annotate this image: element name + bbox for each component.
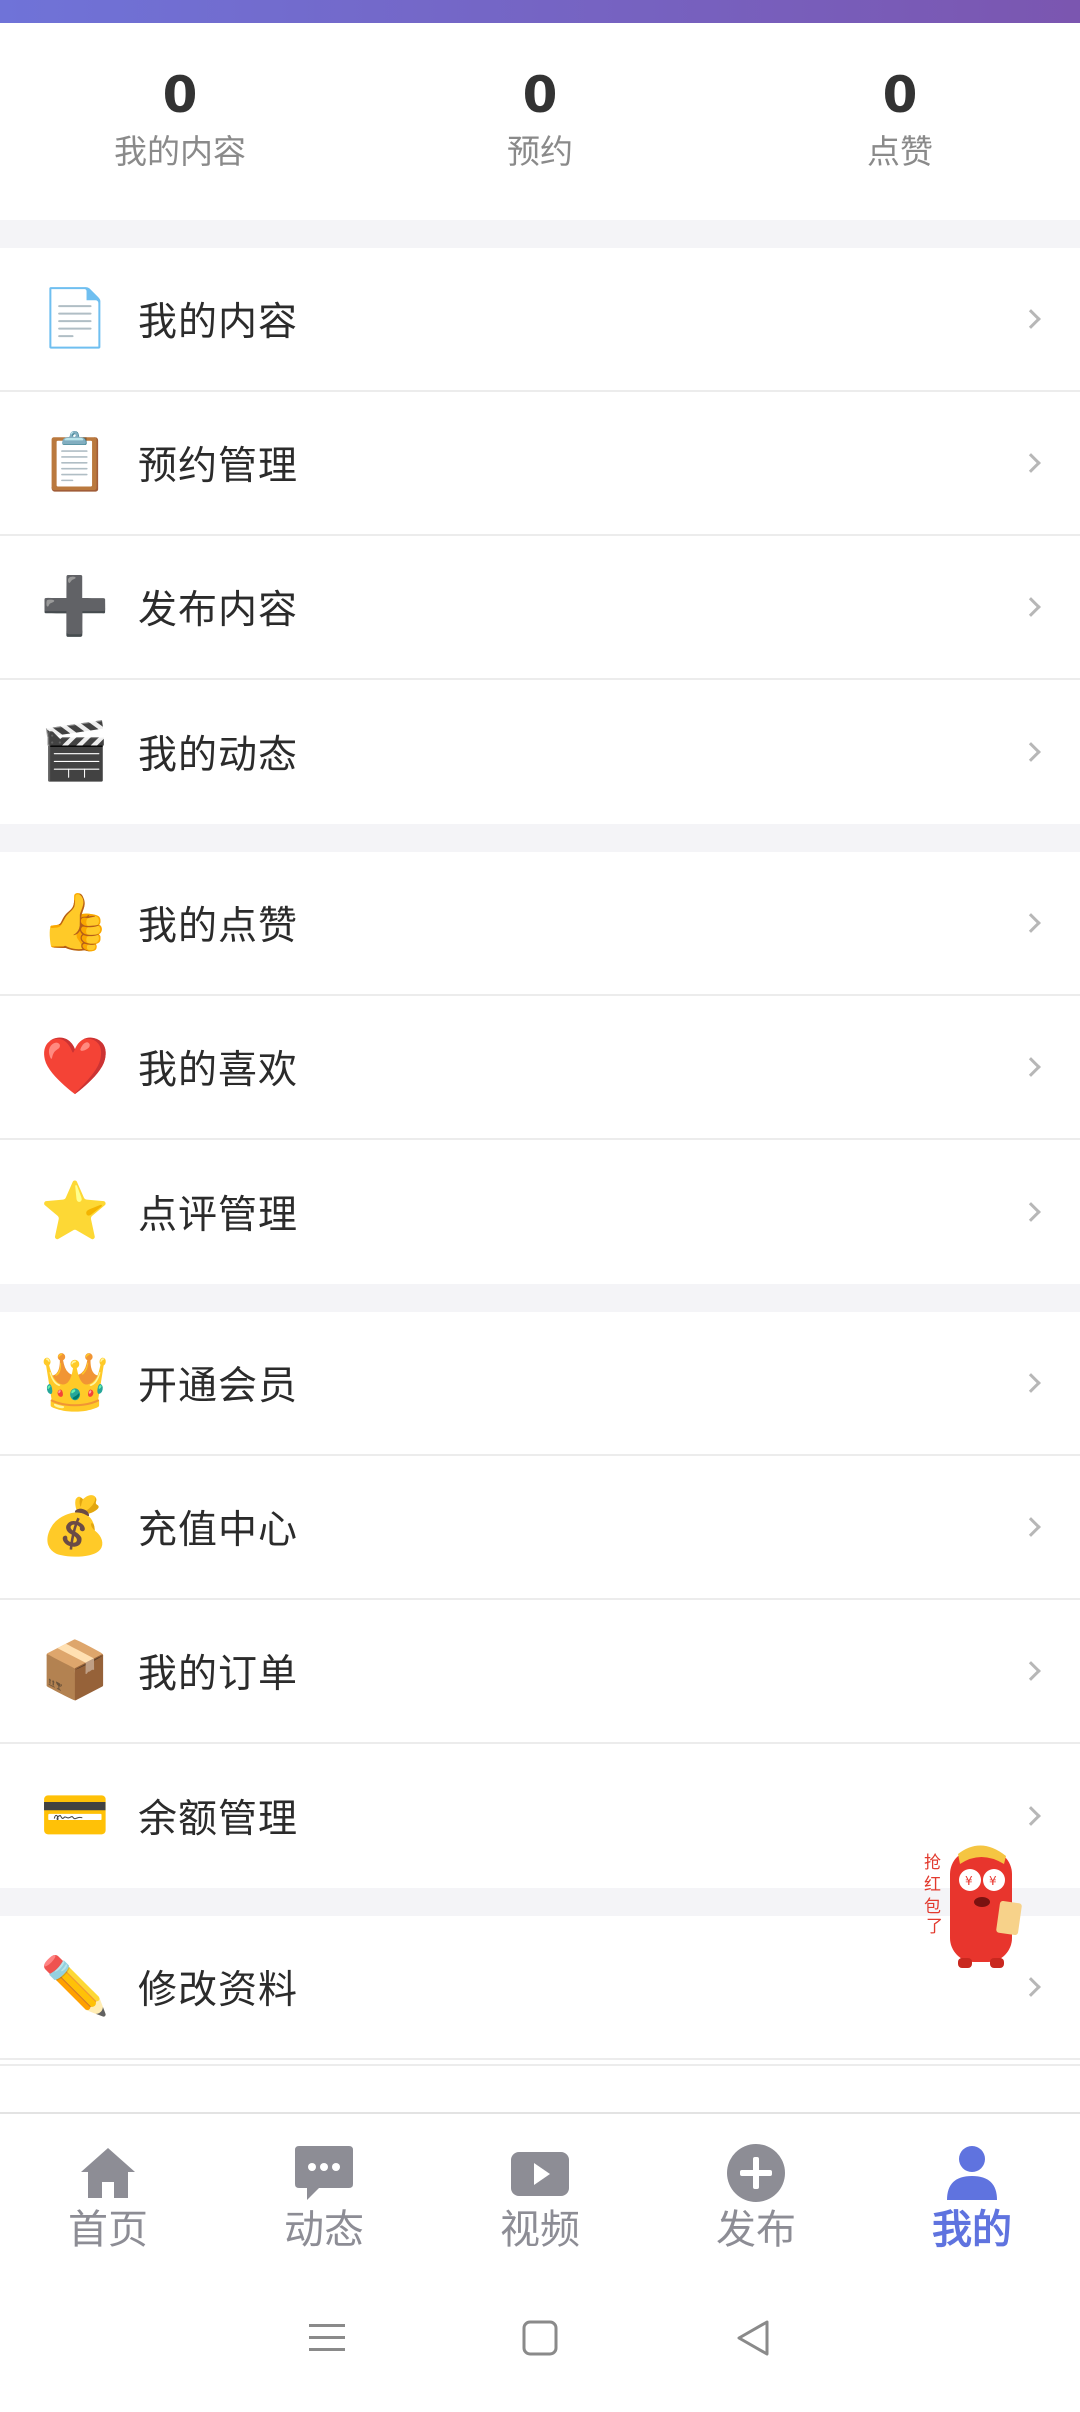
tab-me[interactable]: 我的: [864, 2114, 1080, 2264]
user-icon: [947, 2146, 997, 2200]
tab-publish[interactable]: 发布: [648, 2114, 864, 2264]
stat-value: 0: [522, 66, 558, 124]
menu-item-label: 充值中心: [138, 1508, 299, 1553]
money-bag-icon: 💰: [40, 1494, 110, 1559]
section-divider: [0, 1888, 1080, 1916]
mascot-text: 抢: [924, 1853, 941, 1873]
thumbs-up-icon: 👍: [40, 890, 110, 955]
menu-item-review-management[interactable]: ⭐ 点评管理: [0, 1140, 1080, 1284]
bottom-tab-bar: 首页 动态 视频 发布 我的: [0, 2112, 1080, 2264]
menu-item-recharge-center[interactable]: 💰 充值中心: [0, 1456, 1080, 1600]
home-square-icon[interactable]: [518, 2316, 562, 2360]
stats-row: 0 我的内容 0 预约 0 点赞: [0, 23, 1080, 220]
svg-text:¥: ¥: [989, 1874, 997, 1888]
document-icon: 📄: [40, 286, 110, 351]
menu-item-label: 我的内容: [138, 300, 299, 345]
section-divider: [0, 824, 1080, 852]
chevron-right-icon: [1021, 597, 1041, 617]
star-icon: ⭐: [40, 1179, 110, 1244]
menu-item-publish-content[interactable]: ➕ 发布内容: [0, 536, 1080, 680]
clapperboard-icon: 🎬: [40, 719, 110, 784]
menu-item-my-content[interactable]: 📄 我的内容: [0, 248, 1080, 392]
menu-item-label: 预约管理: [138, 444, 299, 489]
menu-item-label: 我的动态: [138, 733, 299, 778]
tab-label: 我的: [932, 2207, 1012, 2253]
chevron-right-icon: [1021, 1661, 1041, 1681]
menu-item-label: 点评管理: [138, 1193, 299, 1238]
menu-item-label: 发布内容: [138, 588, 299, 633]
svg-text:了: 了: [926, 1917, 943, 1937]
stat-label: 预约: [507, 132, 573, 171]
menu-item-label: 我的订单: [138, 1652, 299, 1697]
chevron-right-icon: [1021, 1373, 1041, 1393]
menu-item-label: 我的点赞: [138, 904, 299, 949]
menu-item-partial: [0, 2064, 1080, 2112]
tab-label: 首页: [68, 2207, 148, 2253]
system-navigation-bar: [0, 2264, 1080, 2412]
menu-item-my-feed[interactable]: 🎬 我的动态: [0, 680, 1080, 824]
red-packet-mascot-icon[interactable]: 抢 红 包 了 ¥ ¥: [920, 1836, 1030, 1974]
stat-reservation[interactable]: 0 预约: [360, 23, 720, 220]
chevron-right-icon: [1021, 913, 1041, 933]
menu-item-label: 开通会员: [138, 1364, 299, 1409]
chevron-right-icon: [1021, 742, 1041, 762]
crown-icon: 👑: [40, 1350, 110, 1415]
red-packet-mascot-graphic: 抢 红 包 了 ¥ ¥: [924, 1845, 1022, 1968]
credit-card-icon: 💳: [40, 1783, 110, 1848]
menu-lines-icon[interactable]: [305, 2316, 349, 2360]
menu-item-my-favorites[interactable]: ❤️ 我的喜欢: [0, 996, 1080, 1140]
menu-item-label: 修改资料: [138, 1968, 299, 2013]
menu-item-label: 我的喜欢: [138, 1048, 299, 1093]
menu-item-balance-management[interactable]: 💳 余额管理: [0, 1744, 1080, 1888]
svg-text:红: 红: [924, 1875, 941, 1895]
header-gradient-bar: [0, 0, 1080, 23]
chevron-right-icon: [1021, 1202, 1041, 1222]
chevron-right-icon: [1021, 1057, 1041, 1077]
back-triangle-icon[interactable]: [731, 2316, 775, 2360]
pencil-icon: ✏️: [40, 1954, 110, 2019]
stat-value: 0: [162, 66, 198, 124]
svg-text:¥: ¥: [965, 1874, 973, 1888]
section-divider: [0, 1284, 1080, 1312]
menu-item-edit-profile[interactable]: ✏️ 修改资料: [0, 1916, 1080, 2060]
heart-icon: ❤️: [40, 1034, 110, 1099]
stat-likes[interactable]: 0 点赞: [720, 23, 1080, 220]
stat-label: 我的内容: [114, 132, 246, 171]
section-divider: [0, 220, 1080, 248]
menu-item-reservation-management[interactable]: 📋 预约管理: [0, 392, 1080, 536]
stat-value: 0: [882, 66, 918, 124]
tab-label: 动态: [284, 2207, 364, 2253]
chevron-right-icon: [1021, 1977, 1041, 1997]
video-play-icon: [511, 2152, 569, 2196]
tab-video[interactable]: 视频: [432, 2114, 648, 2264]
plus-icon: ➕: [40, 574, 110, 639]
tab-label: 发布: [716, 2207, 796, 2253]
package-icon: 📦: [40, 1638, 110, 1703]
menu-item-my-orders[interactable]: 📦 我的订单: [0, 1600, 1080, 1744]
menu-item-membership[interactable]: 👑 开通会员: [0, 1312, 1080, 1456]
tab-feed[interactable]: 动态: [216, 2114, 432, 2264]
chevron-right-icon: [1021, 1806, 1041, 1826]
chat-bubble-icon: [295, 2146, 353, 2200]
home-icon: [81, 2148, 135, 2198]
chevron-right-icon: [1021, 453, 1041, 473]
menu-item-my-likes[interactable]: 👍 我的点赞: [0, 852, 1080, 996]
tab-home[interactable]: 首页: [0, 2114, 216, 2264]
chevron-right-icon: [1021, 1517, 1041, 1537]
clipboard-icon: 📋: [40, 430, 110, 495]
chevron-right-icon: [1021, 309, 1041, 329]
svg-text:包: 包: [924, 1897, 941, 1917]
menu-item-label: 余额管理: [138, 1797, 299, 1842]
stat-label: 点赞: [867, 132, 933, 171]
stat-content[interactable]: 0 我的内容: [0, 23, 360, 220]
add-circle-icon: [727, 2144, 785, 2202]
tab-label: 视频: [500, 2207, 580, 2253]
